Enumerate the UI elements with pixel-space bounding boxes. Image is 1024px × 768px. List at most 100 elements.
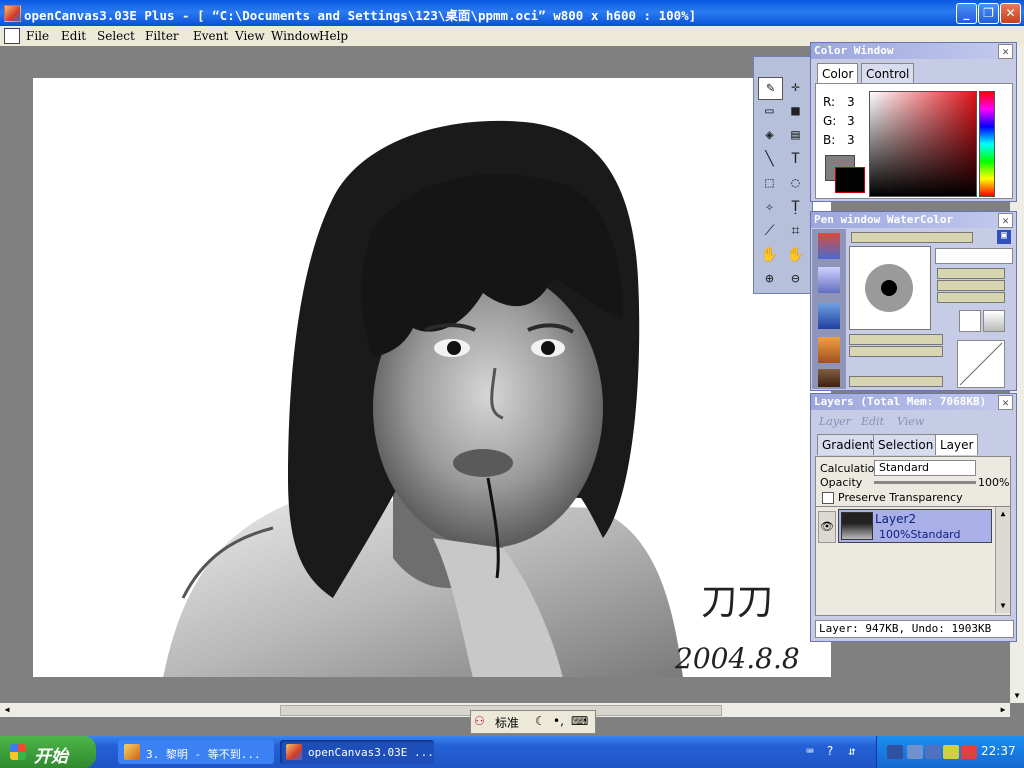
- watercolor-brush-icon[interactable]: [818, 267, 840, 293]
- menu-view[interactable]: View: [235, 29, 265, 43]
- start-button[interactable]: 开始: [0, 736, 96, 768]
- save-icon[interactable]: ▣: [997, 230, 1011, 244]
- pen-brush-icon[interactable]: [818, 233, 840, 259]
- layer-row[interactable]: Layer2 100%Standard: [838, 509, 992, 543]
- pencil-icon[interactable]: [818, 337, 840, 363]
- color-window-close-icon[interactable]: ✕: [998, 44, 1013, 59]
- rect-select-icon[interactable]: ⬚: [758, 173, 781, 194]
- rect-tool-icon[interactable]: ▭: [758, 101, 781, 122]
- crop-icon[interactable]: ⌗: [784, 221, 807, 242]
- brush-shape-selector[interactable]: [935, 248, 1013, 264]
- scroll-left-icon[interactable]: ◀: [0, 703, 14, 717]
- menu-filter[interactable]: Filter: [145, 29, 179, 43]
- color-window-title[interactable]: Color Window: [811, 43, 1016, 59]
- volume-icon[interactable]: [943, 745, 959, 759]
- opacity-slider[interactable]: [849, 334, 943, 345]
- taskbar-item-music[interactable]: 3. 黎明 - 等不到...: [118, 740, 274, 764]
- layers-menu-layer[interactable]: Layer: [819, 415, 851, 428]
- airbrush-icon[interactable]: [818, 369, 840, 387]
- document-icon[interactable]: [4, 28, 20, 44]
- texture-toggle[interactable]: [959, 310, 981, 332]
- ime-logo-icon[interactable]: ⚇: [474, 714, 485, 728]
- layers-window-close-icon[interactable]: ✕: [998, 395, 1013, 410]
- antivirus-icon[interactable]: [961, 745, 977, 759]
- moon-icon[interactable]: ☾: [535, 714, 546, 728]
- drop-icon[interactable]: [818, 303, 840, 329]
- layer-opacity-slider[interactable]: [874, 481, 976, 484]
- water-slider[interactable]: [849, 376, 943, 387]
- minimize-button[interactable]: _: [956, 3, 977, 24]
- magic-wand-icon[interactable]: ✧: [758, 197, 781, 218]
- maximize-button[interactable]: ❐: [978, 3, 999, 24]
- line-tool-icon[interactable]: ╲: [758, 149, 781, 170]
- tab-color[interactable]: Color: [817, 63, 859, 84]
- brush-density-slider[interactable]: [937, 280, 1005, 291]
- menu-event[interactable]: Event: [193, 29, 228, 43]
- pressure-curve[interactable]: [957, 340, 1005, 388]
- calculation-select[interactable]: Standard: [874, 460, 976, 476]
- pen-window-title[interactable]: Pen window WaterColor: [811, 212, 1016, 228]
- brush-size-slider[interactable]: [937, 268, 1005, 279]
- g-value[interactable]: 3: [847, 114, 855, 128]
- pressure-toggle[interactable]: [983, 310, 1005, 332]
- layers-window-title[interactable]: Layers (Total Mem: 7068KB): [811, 394, 1016, 410]
- brush-blend-slider[interactable]: [937, 292, 1005, 303]
- layers-menu-view[interactable]: View: [897, 415, 924, 428]
- text-select-icon[interactable]: Ṭ: [784, 197, 807, 218]
- menu-file[interactable]: File: [26, 29, 49, 43]
- pen-tool-icon[interactable]: ✎: [758, 77, 783, 100]
- layer-name[interactable]: Layer2: [875, 512, 916, 526]
- tab-gradient[interactable]: Gradient: [817, 434, 880, 455]
- r-value[interactable]: 3: [847, 95, 855, 109]
- lasso-select-icon[interactable]: ◌: [784, 173, 807, 194]
- pen-window-close-icon[interactable]: ✕: [998, 213, 1013, 228]
- tab-layer[interactable]: Layer: [935, 434, 979, 455]
- zoom-out-icon[interactable]: ⊖: [784, 269, 807, 290]
- tab-control[interactable]: Control: [861, 63, 915, 84]
- move-tool-icon[interactable]: ✛: [784, 77, 807, 98]
- clock[interactable]: 22:37: [981, 744, 1016, 758]
- layer-scroll-down-icon[interactable]: ▼: [996, 599, 1010, 613]
- title-bar[interactable]: openCanvas3.03E Plus - [ “C:\Documents a…: [0, 0, 1024, 26]
- pen-preset-bar[interactable]: [851, 232, 973, 243]
- menu-select[interactable]: Select: [97, 29, 135, 43]
- menu-help[interactable]: Help: [319, 29, 348, 43]
- eyedropper-icon[interactable]: ⟋: [758, 221, 781, 242]
- drawing-canvas[interactable]: 刀刀 2004.8.8: [33, 78, 831, 677]
- app-icon[interactable]: [4, 5, 21, 22]
- keyboard-icon[interactable]: ⌨: [571, 714, 588, 728]
- hue-slider[interactable]: [979, 91, 995, 197]
- text-tool-icon[interactable]: T: [784, 149, 807, 170]
- menu-edit[interactable]: Edit: [61, 29, 86, 43]
- keyboard-tray-icon[interactable]: ⌨: [802, 744, 818, 760]
- fill-tool-icon[interactable]: ◈: [758, 125, 781, 146]
- visibility-eye-icon[interactable]: 👁: [818, 511, 836, 543]
- punctuation-icon[interactable]: •,: [553, 714, 564, 728]
- arrows-tray-icon[interactable]: ⇵: [844, 744, 860, 760]
- taskbar-item-opencanvas[interactable]: openCanvas3.03E ...: [280, 740, 434, 764]
- help-tray-icon[interactable]: ?: [822, 744, 838, 760]
- monitor-icon[interactable]: [925, 745, 941, 759]
- pen-type-list[interactable]: [812, 229, 846, 389]
- ime-mode-label[interactable]: 标准: [495, 714, 519, 731]
- blur-slider[interactable]: [849, 346, 943, 357]
- saturation-value-picker[interactable]: [869, 91, 977, 197]
- layer-list-scrollbar[interactable]: ▲ ▼: [995, 507, 1010, 613]
- preserve-transparency-checkbox[interactable]: [822, 492, 834, 504]
- scroll-down-icon[interactable]: ▼: [1010, 689, 1024, 703]
- b-value[interactable]: 3: [847, 133, 855, 147]
- foreground-color-swatch[interactable]: [835, 167, 865, 193]
- close-button[interactable]: ✕: [1000, 3, 1021, 24]
- zoom-in-icon[interactable]: ⊕: [758, 269, 781, 290]
- hand-icon[interactable]: ✋: [758, 245, 781, 266]
- filled-rect-tool-icon[interactable]: ■: [784, 101, 807, 122]
- layer-scroll-up-icon[interactable]: ▲: [996, 507, 1010, 521]
- menu-window[interactable]: Window: [271, 29, 320, 43]
- scroll-right-icon[interactable]: ▶: [996, 703, 1010, 717]
- network-icon[interactable]: [907, 745, 923, 759]
- input-method-icon[interactable]: [887, 745, 903, 759]
- layers-menu-edit[interactable]: Edit: [861, 415, 884, 428]
- tab-selection[interactable]: Selection: [873, 434, 939, 455]
- gradient-tool-icon[interactable]: ▤: [784, 125, 807, 146]
- rotate-hand-icon[interactable]: ✋: [784, 245, 807, 266]
